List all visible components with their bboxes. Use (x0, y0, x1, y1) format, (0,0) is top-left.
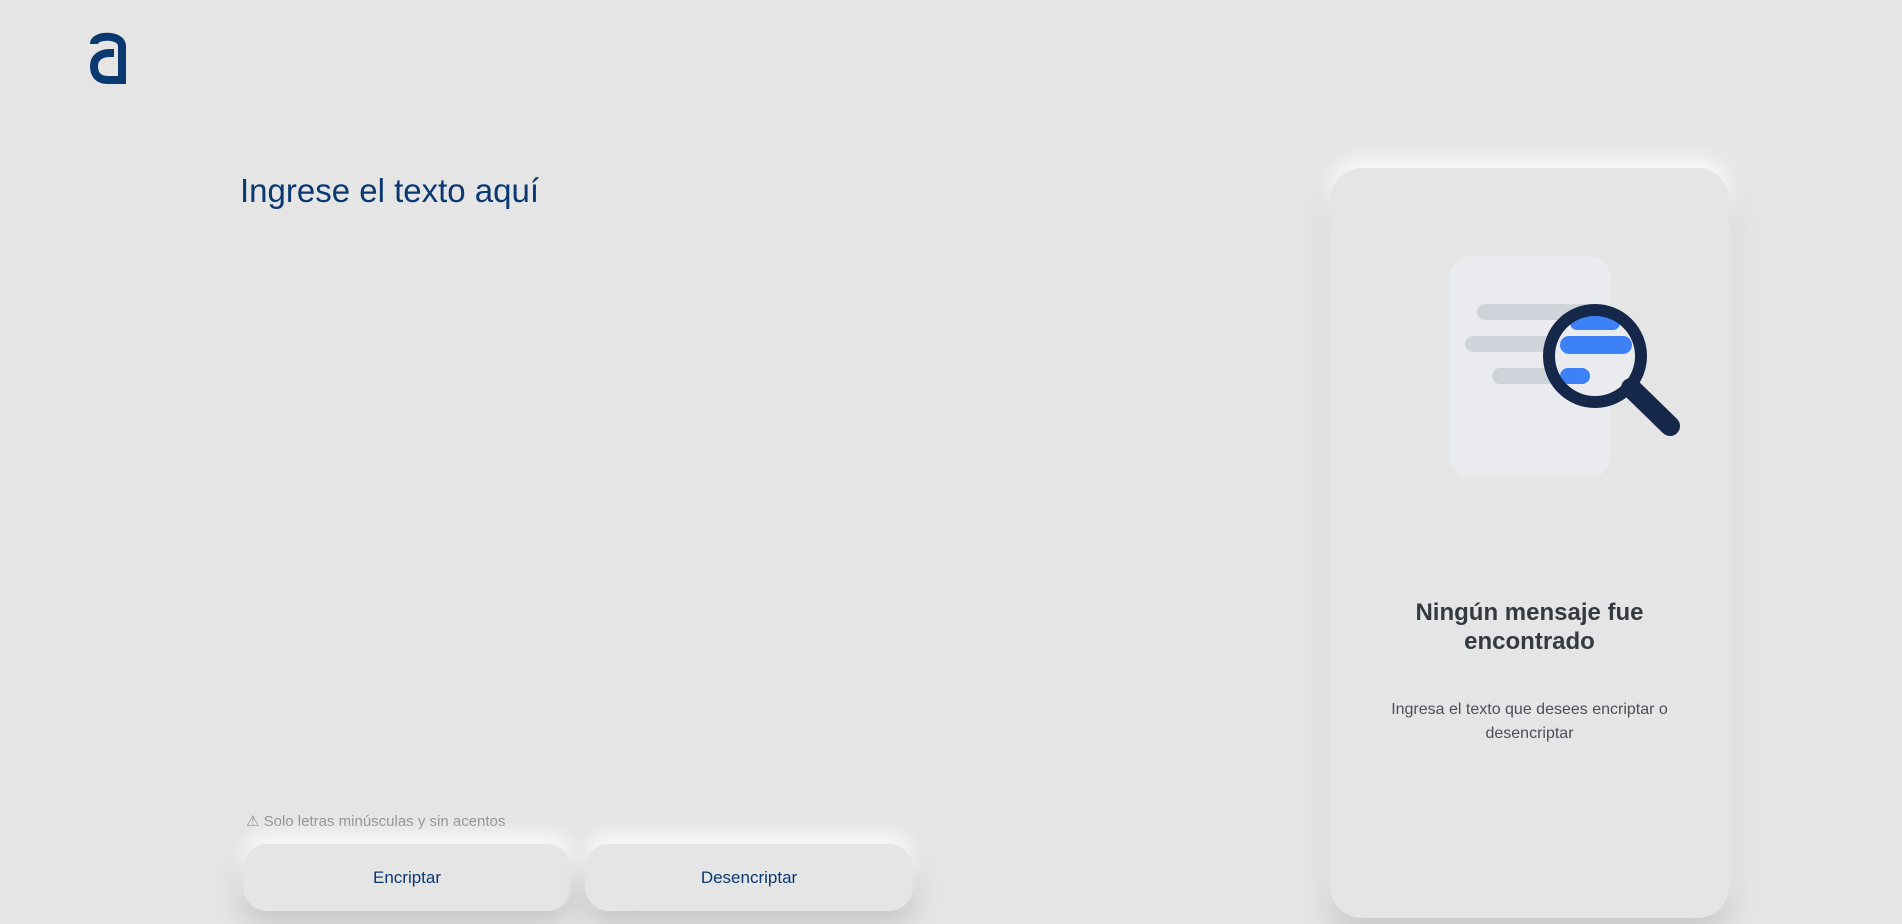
result-panel: Ningún mensaje fue encontrado Ingresa el… (1330, 168, 1729, 918)
hint-text: ⚠ Solo letras minúsculas y sin acentos (246, 813, 506, 830)
alura-logo-icon[interactable] (88, 30, 128, 86)
empty-state-description: Ingresa el texto que desees encriptar o … (1391, 701, 1668, 742)
empty-state-title: Ningún mensaje fue encontrado (1415, 599, 1644, 656)
input-hint: ⚠ Solo letras minúsculas y sin acentos (246, 812, 505, 830)
decrypt-button[interactable]: Desencriptar (585, 844, 913, 911)
document-search-icon (1449, 256, 1680, 476)
encrypt-button[interactable]: Encriptar (243, 844, 571, 911)
text-input[interactable] (240, 170, 1220, 780)
